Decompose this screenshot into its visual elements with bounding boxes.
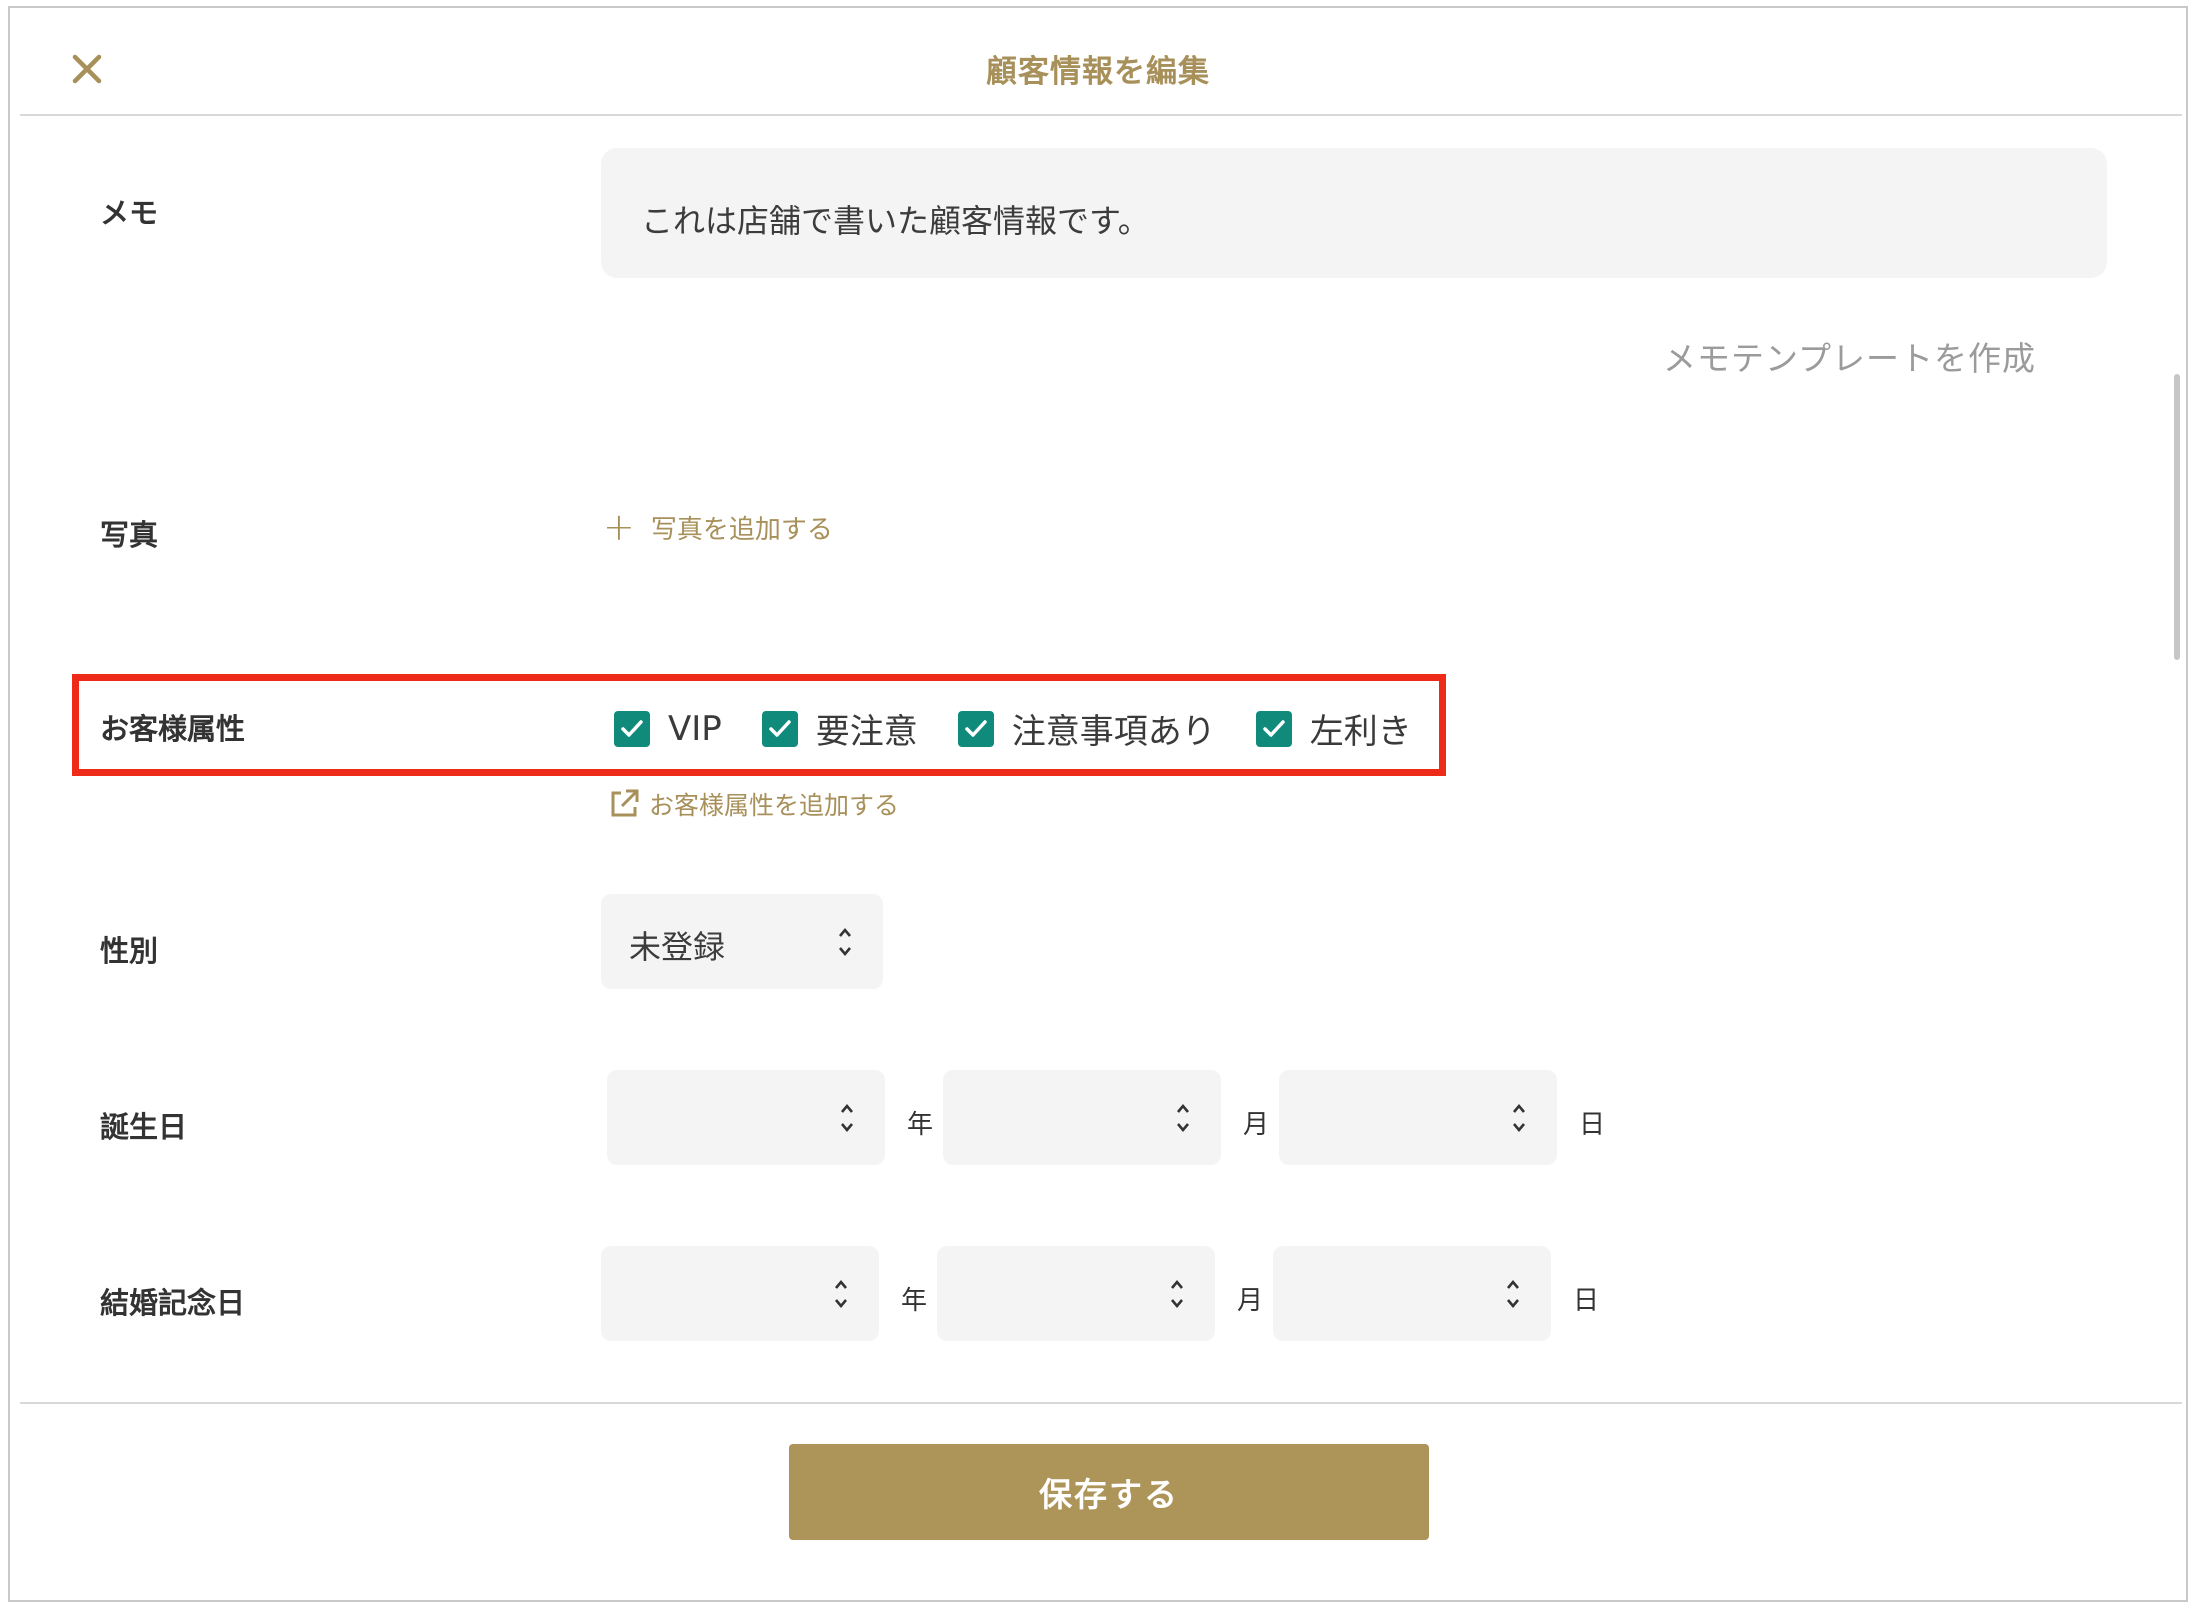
attribute-label: VIP [668,708,722,749]
gender-select[interactable]: 未登録 [601,894,883,989]
birthday-year-unit: 年 [907,1110,934,1140]
attribute-label: 左利き [1309,712,1412,752]
birthday-day-select[interactable] [1279,1070,1557,1165]
anniversary-day-select[interactable] [1273,1246,1551,1341]
select-arrows-icon [1177,1103,1189,1133]
modal-header: 顧客情報を編集 [10,8,2186,116]
birthday-label: 誕生日 [100,1110,188,1144]
external-link-icon [611,789,639,817]
anniversary-month-select[interactable] [937,1246,1215,1341]
checkbox-checked-icon[interactable] [1255,710,1292,747]
add-attribute-label: お客様属性を追加する [649,791,900,820]
edit-customer-modal: 顧客情報を編集 メモ これは店舗で書いた顧客情報です。 メモテンプレートを作成 … [8,6,2188,1602]
add-photo-link[interactable]: + 写真を追加する [603,508,833,546]
select-arrows-icon [841,1103,853,1133]
birthday-year-select[interactable] [607,1070,885,1165]
select-arrows-icon [1507,1279,1519,1309]
attribute-caution[interactable]: 要注意 [761,704,918,753]
checkbox-checked-icon[interactable] [614,710,650,747]
attribute-vip[interactable]: VIP [614,709,722,749]
add-attribute-link[interactable]: お客様属性を追加する [607,786,899,822]
checkbox-checked-icon[interactable] [957,710,994,747]
birthday-month-unit: 月 [1243,1110,1270,1140]
attribute-label: 注意事項あり [1011,712,1216,752]
checkbox-checked-icon[interactable] [761,710,798,747]
plus-icon: + [603,505,635,549]
anniversary-label: 結婚記念日 [100,1286,246,1320]
select-arrows-icon [839,927,851,957]
anniversary-year-select[interactable] [601,1246,879,1341]
attribute-label: 要注意 [815,712,918,752]
header-divider [20,114,2182,116]
select-arrows-icon [1171,1279,1183,1309]
anniversary-day-unit: 日 [1573,1286,1600,1316]
select-arrows-icon [1513,1103,1525,1133]
memo-label: メモ [100,196,159,230]
birthday-day-unit: 日 [1579,1110,1606,1140]
add-photo-label: 写真を追加する [650,514,833,545]
vertical-scrollbar[interactable] [2174,374,2180,660]
anniversary-month-unit: 月 [1237,1286,1264,1316]
footer-divider [20,1402,2182,1404]
modal-title: 顧客情報を編集 [986,54,1210,90]
attributes-checkbox-group: VIP 要注意 注意事項あり 左利き [614,704,1452,753]
attribute-notes[interactable]: 注意事項あり [957,704,1216,753]
attribute-left-handed[interactable]: 左利き [1255,704,1412,753]
birthday-month-select[interactable] [943,1070,1221,1165]
create-memo-template-link[interactable]: メモテンプレートを作成 [1663,332,2036,380]
gender-label: 性別 [100,934,159,968]
anniversary-year-unit: 年 [901,1286,928,1316]
gender-value: 未登録 [629,928,726,966]
memo-field[interactable]: これは店舗で書いた顧客情報です。 [601,148,2107,278]
memo-value: これは店舗で書いた顧客情報です。 [641,202,1150,240]
select-arrows-icon [835,1279,847,1309]
photo-label: 写真 [100,518,159,552]
attributes-label: お客様属性 [100,712,246,746]
save-button[interactable]: 保存する [789,1444,1429,1540]
